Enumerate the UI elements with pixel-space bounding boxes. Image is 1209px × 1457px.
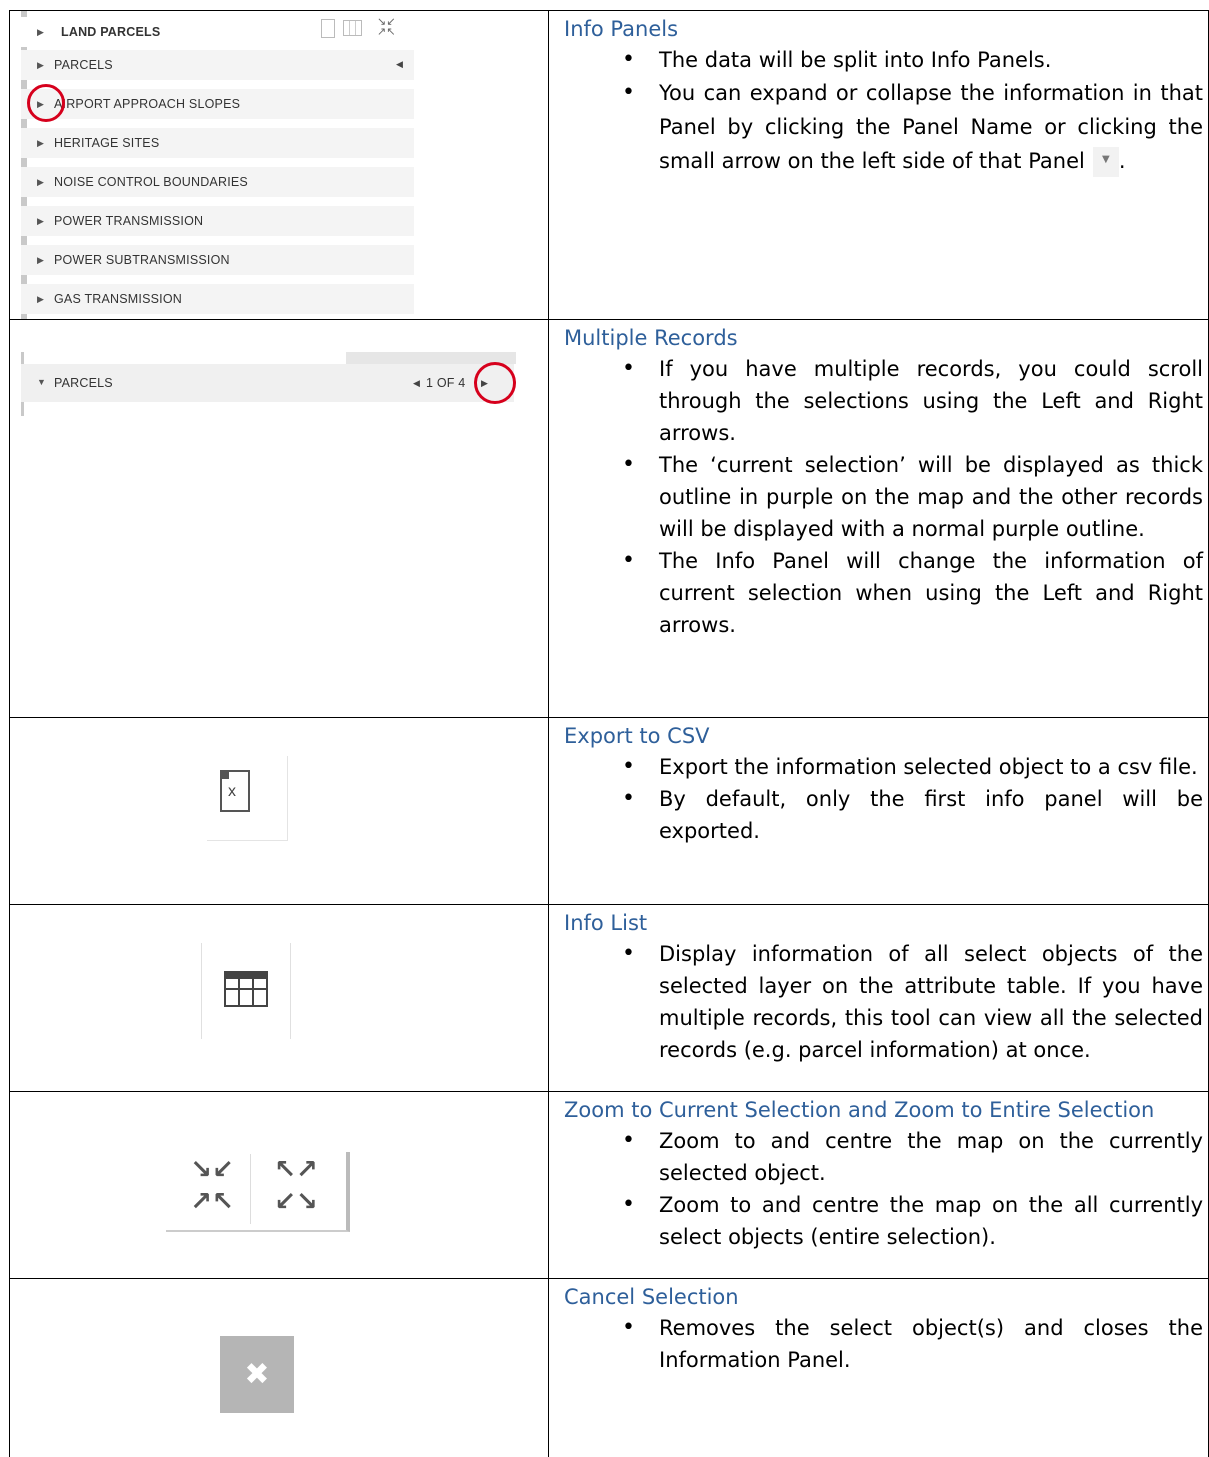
panel-item-label: GAS TRANSMISSION	[54, 292, 182, 306]
expand-arrow-icon[interactable]: ▶	[37, 255, 44, 266]
panel-item[interactable]: ▶ NOISE CONTROL BOUNDARIES	[21, 167, 414, 197]
panel-item-label: POWER SUBTRANSMISSION	[54, 253, 230, 267]
export-csv-cell: Export to CSV Export the information sel…	[564, 722, 1203, 847]
panel-item[interactable]: ▶ POWER TRANSMISSION	[21, 206, 414, 236]
dropdown-arrow-icon: ▼	[1092, 147, 1119, 177]
panel-item[interactable]: ▶ PARCELS ◀	[21, 50, 414, 80]
bullet-item: Zoom to and centre the map on the all cu…	[564, 1189, 1203, 1253]
bullet-list: Zoom to and centre the map on the curren…	[564, 1125, 1203, 1253]
panel-item[interactable]: ▶ AIRPORT APPROACH SLOPES	[21, 89, 414, 119]
records-panel-label: PARCELS	[54, 376, 113, 390]
zoom-to-current-selection-icon[interactable]: ↘↙ ↗↖	[174, 1154, 251, 1224]
info-panel-list-screenshot: ▶ LAND PARCELS ↘↙ ↗↖ ▶ PARCELS ◀ ▶ AIRPOR…	[21, 11, 414, 319]
bullet-item: Removes the select object(s) and closes …	[564, 1312, 1203, 1376]
export-csv-icon[interactable]: x	[207, 756, 288, 841]
record-pager: 1 OF 4	[426, 376, 466, 390]
table-row: x Export to CSV Export the information s…	[9, 717, 1209, 904]
expand-arrow-icon[interactable]: ▶	[37, 177, 44, 188]
panel-item[interactable]: ▶ POWER SUBTRANSMISSION	[21, 245, 414, 275]
panel-item-label: NOISE CONTROL BOUNDARIES	[54, 175, 248, 189]
zoom-icon[interactable]: ↘↙ ↗↖	[377, 17, 396, 38]
bullet-item: By default, only the first info panel wi…	[564, 783, 1203, 847]
expand-arrow-icon[interactable]: ▶	[37, 138, 44, 149]
records-panel-header[interactable]: ▼ PARCELS ◀ 1 OF 4 ▶	[21, 364, 514, 402]
multiple-records-screenshot: ▼ PARCELS ◀ 1 OF 4 ▶	[21, 352, 521, 422]
highlight-circle	[27, 84, 65, 122]
bullet-list: Display information of all select object…	[564, 938, 1203, 1066]
bullet-item: Zoom to and centre the map on the curren…	[564, 1125, 1203, 1189]
info-list-cell: Info List Display information of all sel…	[564, 909, 1203, 1066]
bullet-item: Export the information selected object t…	[564, 751, 1203, 783]
bullet-list: If you have multiple records, you could …	[564, 353, 1203, 641]
zoom-buttons: ↘↙ ↗↖ ↖↗ ↙↘	[166, 1152, 350, 1232]
table-row: ↘↙ ↗↖ ↖↗ ↙↘ Zoom to Current Selection and …	[9, 1091, 1209, 1278]
panel-item-label: AIRPORT APPROACH SLOPES	[54, 97, 241, 111]
bullet-list: Removes the select object(s) and closes …	[564, 1312, 1203, 1376]
panel-item[interactable]: ▶ HERITAGE SITES	[21, 128, 414, 158]
bullet-item: If you have multiple records, you could …	[564, 353, 1203, 449]
table-row: ✖ Cancel Selection Removes the select ob…	[9, 1278, 1209, 1457]
section-heading: Info Panels	[564, 17, 679, 41]
expand-arrow-icon[interactable]: ▶	[37, 60, 44, 71]
panel-header-label: LAND PARCELS	[61, 25, 161, 39]
table-row: Info List Display information of all sel…	[9, 904, 1209, 1091]
panel-item-label: PARCELS	[54, 58, 113, 72]
panel-item-label: POWER TRANSMISSION	[54, 214, 204, 228]
collapse-arrow-icon[interactable]: ▼	[37, 377, 46, 387]
expand-arrow-icon[interactable]: ▶	[37, 294, 44, 305]
section-heading: Export to CSV	[564, 724, 710, 748]
expand-arrow-icon[interactable]: ▶	[37, 27, 44, 38]
info-panels-cell: Info Panels The data will be split into …	[564, 15, 1203, 178]
bullet-item: The Info Panel will change the informati…	[564, 545, 1203, 641]
highlight-circle	[474, 362, 516, 404]
section-heading: Zoom to Current Selection and Zoom to En…	[564, 1098, 1155, 1122]
expand-arrow-icon[interactable]: ▶	[37, 216, 44, 227]
previous-record-icon[interactable]: ◀	[413, 378, 420, 389]
info-list-icon[interactable]	[343, 20, 362, 36]
panel-item-label: HERITAGE SITES	[54, 136, 160, 150]
zoom-cell: Zoom to Current Selection and Zoom to En…	[564, 1096, 1203, 1253]
panel-item[interactable]: ▶ GAS TRANSMISSION	[21, 284, 414, 314]
cancel-selection-icon[interactable]: ✖	[220, 1336, 294, 1413]
bullet-item: Display information of all select object…	[564, 938, 1203, 1066]
info-list-icon[interactable]	[201, 943, 291, 1039]
bullet-list: The data will be split into Info Panels.…	[564, 44, 1203, 178]
table-row: ▶ LAND PARCELS ↘↙ ↗↖ ▶ PARCELS ◀ ▶ AIRPOR…	[9, 10, 1209, 319]
export-csv-icon[interactable]	[321, 19, 335, 38]
cancel-selection-cell: Cancel Selection Removes the select obje…	[564, 1283, 1203, 1376]
multiple-records-cell: Multiple Records If you have multiple re…	[564, 324, 1203, 641]
table-row: ▼ PARCELS ◀ 1 OF 4 ▶ Multiple Records If…	[9, 319, 1209, 717]
section-heading: Multiple Records	[564, 326, 738, 350]
left-arrow-icon[interactable]: ◀	[396, 59, 403, 70]
bullet-item: You can expand or collapse the informati…	[564, 76, 1203, 178]
bullet-item: The ‘current selection’ will be displaye…	[564, 449, 1203, 545]
bullet-item: The data will be split into Info Panels.	[564, 44, 1203, 76]
section-heading: Info List	[564, 911, 648, 935]
panel-header-land-parcels[interactable]: ▶ LAND PARCELS ↘↙ ↗↖	[21, 17, 414, 47]
bullet-list: Export the information selected object t…	[564, 751, 1203, 847]
section-heading: Cancel Selection	[564, 1285, 739, 1309]
zoom-to-entire-selection-icon[interactable]: ↖↗ ↙↘	[258, 1154, 334, 1224]
